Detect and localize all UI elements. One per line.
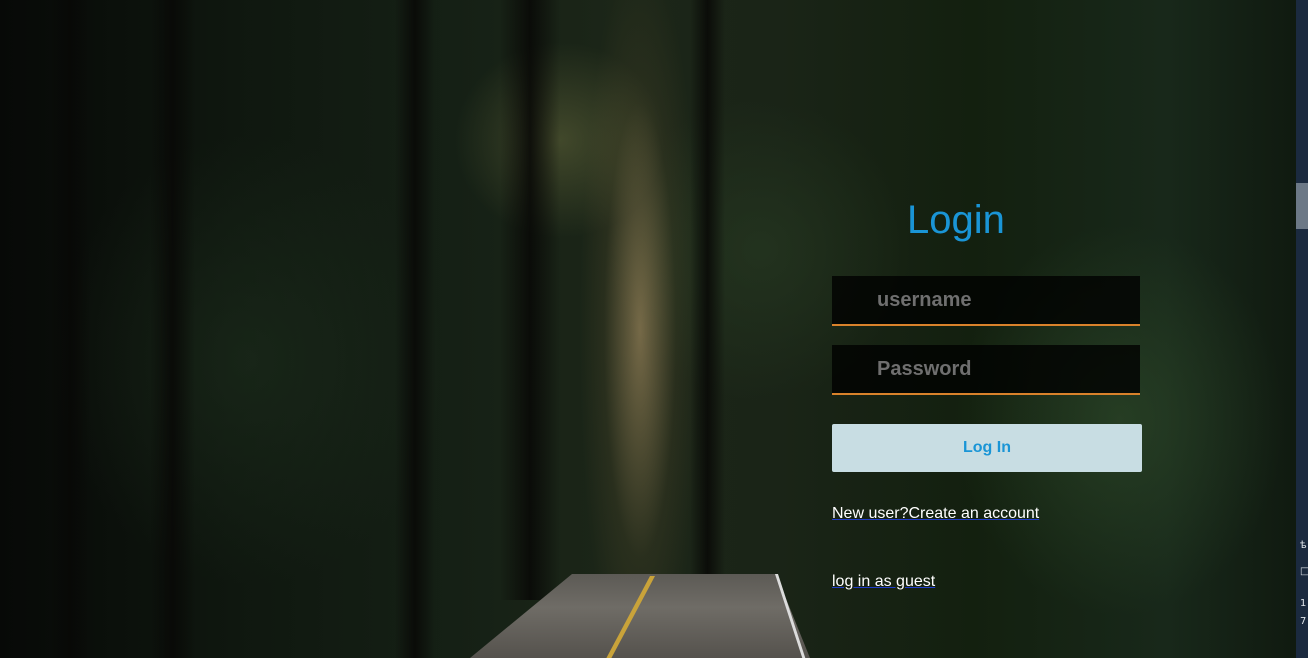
tree-trunk bbox=[690, 0, 725, 590]
edge-glyph: 1 bbox=[1300, 598, 1307, 609]
edge-glyph: 7 bbox=[1300, 616, 1307, 627]
log-in-button[interactable]: Log In bbox=[832, 424, 1142, 472]
password-input[interactable] bbox=[832, 345, 1140, 395]
tree-trunk bbox=[500, 0, 560, 600]
road bbox=[470, 574, 810, 658]
tree-trunk bbox=[50, 0, 90, 658]
tree-trunk bbox=[395, 0, 435, 658]
login-title: Login bbox=[907, 198, 1005, 242]
side-strip bbox=[1296, 0, 1308, 658]
create-account-link[interactable]: New user?Create an account bbox=[832, 505, 1039, 523]
edge-glyph: ѣ bbox=[1300, 540, 1307, 551]
road-surface bbox=[470, 574, 810, 658]
scrollbar-thumb[interactable] bbox=[1296, 183, 1308, 229]
tree-trunk bbox=[150, 0, 195, 658]
username-input[interactable] bbox=[832, 276, 1140, 326]
login-page: ѣ □ 1 7 Login Log In New user?Create an … bbox=[0, 0, 1308, 658]
guest-login-link[interactable]: log in as guest bbox=[832, 573, 935, 591]
edge-glyph: □ bbox=[1300, 566, 1308, 577]
